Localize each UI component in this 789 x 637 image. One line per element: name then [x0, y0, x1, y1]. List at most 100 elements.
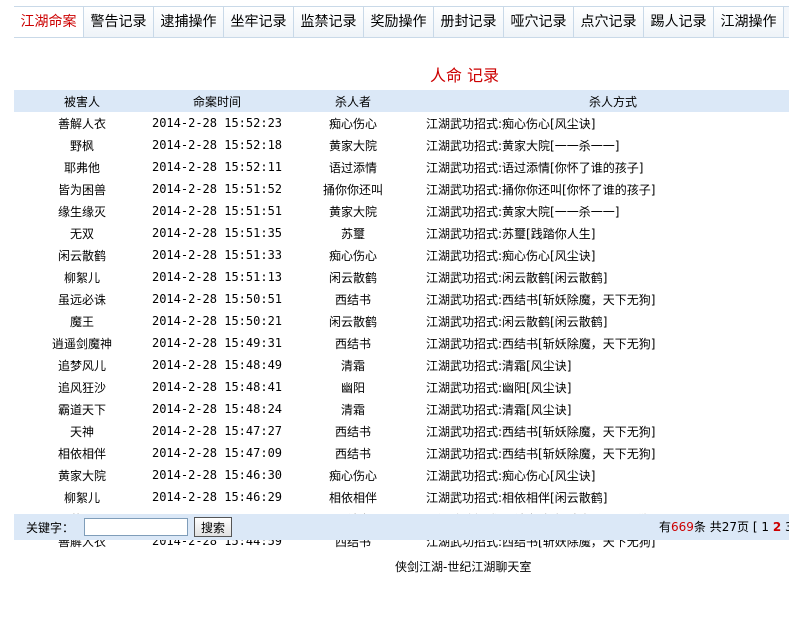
tab-4[interactable]: 坐牢记录: [224, 7, 294, 37]
killer-cell: 捅你你还叫: [322, 182, 383, 197]
tab-3[interactable]: 逮捕操作: [154, 7, 224, 37]
victim-cell: 追风狂沙: [57, 380, 106, 395]
tab-1[interactable]: 江湖命案: [14, 7, 84, 37]
header-time: 命案时间: [150, 90, 284, 112]
table-row: 魔王 2014-2-28 15:50:21 闲云散鹤 江湖武功招式:闲云散鹤[闲云散鹤…: [14, 310, 789, 332]
method-cell: 江湖武功招式:苏璽[践踏你人生]: [426, 226, 596, 241]
killer-cell: 西结书: [334, 336, 371, 351]
time-cell: 2014-2-28 15:48:41: [151, 380, 283, 394]
table-row: 耶弗他 2014-2-28 15:52:11 语过添情 江湖武功招式:语过添情[你怀了…: [14, 156, 789, 178]
victim-cell: 闲云散鹤: [57, 248, 106, 263]
method-cell: 江湖武功招式:语过添情[你怀了谁的孩子]: [426, 160, 644, 175]
table-row: 逍遥剑魔神 2014-2-28 15:49:31 西结书 江湖武功招式:西结书[斩妖除…: [14, 332, 789, 354]
victim-cell: 魔王: [69, 314, 94, 329]
killer-cell: 清霜: [340, 358, 365, 373]
page-title: 人命 记录: [429, 66, 500, 85]
method-cell: 江湖武功招式:西结书[斩妖除魔，天下无狗]: [426, 446, 656, 461]
time-cell: 2014-2-28 15:48:49: [151, 358, 283, 372]
search-button[interactable]: 搜索: [194, 517, 233, 537]
table-row: 缘生缘灭 2014-2-28 15:51:51 黄家大院 江湖武功招式:黄家大院[一一…: [14, 200, 789, 222]
victim-cell: 无双: [69, 226, 94, 241]
header-victim: 被害人: [14, 90, 150, 112]
search-pager-bar: 关键字： 搜索 有669条 共27页 [ 1 2 3: [14, 514, 789, 540]
method-cell: 江湖武功招式:西结书[斩妖除魔，天下无狗]: [426, 336, 656, 351]
killer-cell: 幽阳: [340, 380, 365, 395]
table-row: 野枫 2014-2-28 15:52:18 黄家大院 江湖武功招式:黄家大院[一一杀一…: [14, 134, 789, 156]
time-cell: 2014-2-28 15:50:51: [151, 292, 283, 306]
victim-cell: 野枫: [69, 138, 94, 153]
page-link-3[interactable]: 3: [785, 520, 789, 534]
method-cell: 江湖武功招式:闲云散鹤[闲云散鹤]: [426, 270, 608, 285]
table-row: 追风狂沙 2014-2-28 15:48:41 幽阳 江湖武功招式:幽阳[风尘诀]: [14, 376, 789, 398]
header-method: 杀人方式: [422, 90, 789, 112]
method-cell: 江湖武功招式:闲云散鹤[闲云散鹤]: [426, 314, 608, 329]
table-row: 天神 2014-2-28 15:47:27 西结书 江湖武功招式:西结书[斩妖除魔，天…: [14, 420, 789, 442]
method-cell: 江湖武功招式:相依相伴[闲云散鹤]: [426, 490, 608, 505]
killer-cell: 痴心伤心: [328, 248, 377, 263]
keyword-input[interactable]: [84, 518, 189, 536]
table-row: 闲云散鹤 2014-2-28 15:51:33 痴心伤心 江湖武功招式:痴心伤心[风尘…: [14, 244, 789, 266]
victim-cell: 皆为困兽: [57, 182, 106, 197]
killer-cell: 痴心伤心: [328, 116, 377, 131]
method-cell: 江湖武功招式:幽阳[风尘诀]: [426, 380, 572, 395]
killer-cell: 苏璽: [340, 226, 365, 241]
table-row: 柳絮儿 2014-2-28 15:46:29 相依相伴 江湖武功招式:相依相伴[闲云散…: [14, 486, 789, 508]
victim-cell: 柳絮儿: [63, 490, 100, 505]
victim-cell: 柳絮儿: [63, 270, 100, 285]
page-link-2[interactable]: 2: [773, 520, 781, 534]
time-cell: 2014-2-28 15:48:24: [151, 402, 283, 416]
time-cell: 2014-2-28 15:46:29: [151, 490, 283, 504]
page-links: 1 2 3: [761, 520, 789, 534]
method-cell: 江湖武功招式:西结书[斩妖除魔，天下无狗]: [426, 292, 656, 307]
time-cell: 2014-2-28 15:52:11: [151, 160, 283, 174]
killer-cell: 相依相伴: [328, 490, 377, 505]
time-cell: 2014-2-28 15:51:33: [151, 248, 283, 262]
method-cell: 江湖武功招式:黄家大院[一一杀一一]: [426, 138, 620, 153]
method-cell: 江湖武功招式:痴心伤心[风尘诀]: [426, 468, 596, 483]
time-cell: 2014-2-28 15:46:30: [151, 468, 283, 482]
victim-cell: 追梦风儿: [57, 358, 106, 373]
record-count-suffix: 条: [693, 520, 706, 534]
killer-cell: 西结书: [334, 292, 371, 307]
table-body: 善解人衣 2014-2-28 15:52:23 痴心伤心 江湖武功招式:痴心伤心[风尘…: [14, 112, 789, 552]
time-cell: 2014-2-28 15:52:18: [151, 138, 283, 152]
killer-cell: 西结书: [334, 424, 371, 439]
table-row: 皆为困兽 2014-2-28 15:51:52 捅你你还叫 江湖武功招式:捅你你还叫[…: [14, 178, 789, 200]
method-cell: 江湖武功招式:黄家大院[一一杀一一]: [426, 204, 620, 219]
tab-9[interactable]: 点穴记录: [574, 7, 644, 37]
tab-2[interactable]: 警告记录: [84, 7, 154, 37]
tab-5[interactable]: 监禁记录: [294, 7, 364, 37]
page-link-1[interactable]: 1: [761, 520, 769, 534]
record-count-prefix: 有: [659, 520, 672, 534]
time-cell: 2014-2-28 15:52:23: [151, 116, 283, 130]
victim-cell: 耶弗他: [63, 160, 100, 175]
tab-8[interactable]: 哑穴记录: [504, 7, 574, 37]
header-killer: 杀人者: [284, 90, 422, 112]
tab-11[interactable]: 江湖操作: [714, 7, 784, 37]
method-cell: 江湖武功招式:痴心伤心[风尘诀]: [426, 248, 596, 263]
time-cell: 2014-2-28 15:47:09: [151, 446, 283, 460]
method-cell: 江湖武功招式:痴心伤心[风尘诀]: [426, 116, 596, 131]
tab-7[interactable]: 册封记录: [434, 7, 504, 37]
killer-cell: 语过添情: [328, 160, 377, 175]
time-cell: 2014-2-28 15:50:21: [151, 314, 283, 328]
killer-cell: 闲云散鹤: [328, 314, 377, 329]
pagination: 有669条 共27页 [ 1 2 3: [659, 514, 789, 540]
page-bracket: [: [752, 520, 758, 534]
table-header-row: 被害人 命案时间 杀人者 杀人方式: [14, 90, 789, 112]
table-row: 追梦风儿 2014-2-28 15:48:49 清霜 江湖武功招式:清霜[风尘诀]: [14, 354, 789, 376]
tab-6[interactable]: 奖励操作: [364, 7, 434, 37]
victim-cell: 天神: [69, 424, 94, 439]
victim-cell: 虽远必诛: [57, 292, 106, 307]
victim-cell: 霸道天下: [57, 402, 106, 417]
tab-bar: 江湖命案 警告记录 逮捕操作 坐牢记录 监禁记录 奖励操作 册封记录 哑穴记录 点穴记录 踢人记录…: [14, 6, 789, 38]
site-footer: 侠剑江湖-世纪江湖聊天室: [395, 560, 532, 574]
victim-cell: 缘生缘灭: [57, 204, 106, 219]
killer-cell: 西结书: [334, 446, 371, 461]
table-row: 柳絮儿 2014-2-28 15:51:13 闲云散鹤 江湖武功招式:闲云散鹤[闲云散…: [14, 266, 789, 288]
murder-record-table: 被害人 命案时间 杀人者 杀人方式 善解人衣 2014-2-28 15:52:23…: [14, 90, 789, 552]
method-cell: 江湖武功招式:清霜[风尘诀]: [426, 402, 572, 417]
table-row: 黄家大院 2014-2-28 15:46:30 痴心伤心 江湖武功招式:痴心伤心[风尘…: [14, 464, 789, 486]
table-row: 虽远必诛 2014-2-28 15:50:51 西结书 江湖武功招式:西结书[斩妖除魔…: [14, 288, 789, 310]
tab-10[interactable]: 踢人记录: [644, 7, 714, 37]
